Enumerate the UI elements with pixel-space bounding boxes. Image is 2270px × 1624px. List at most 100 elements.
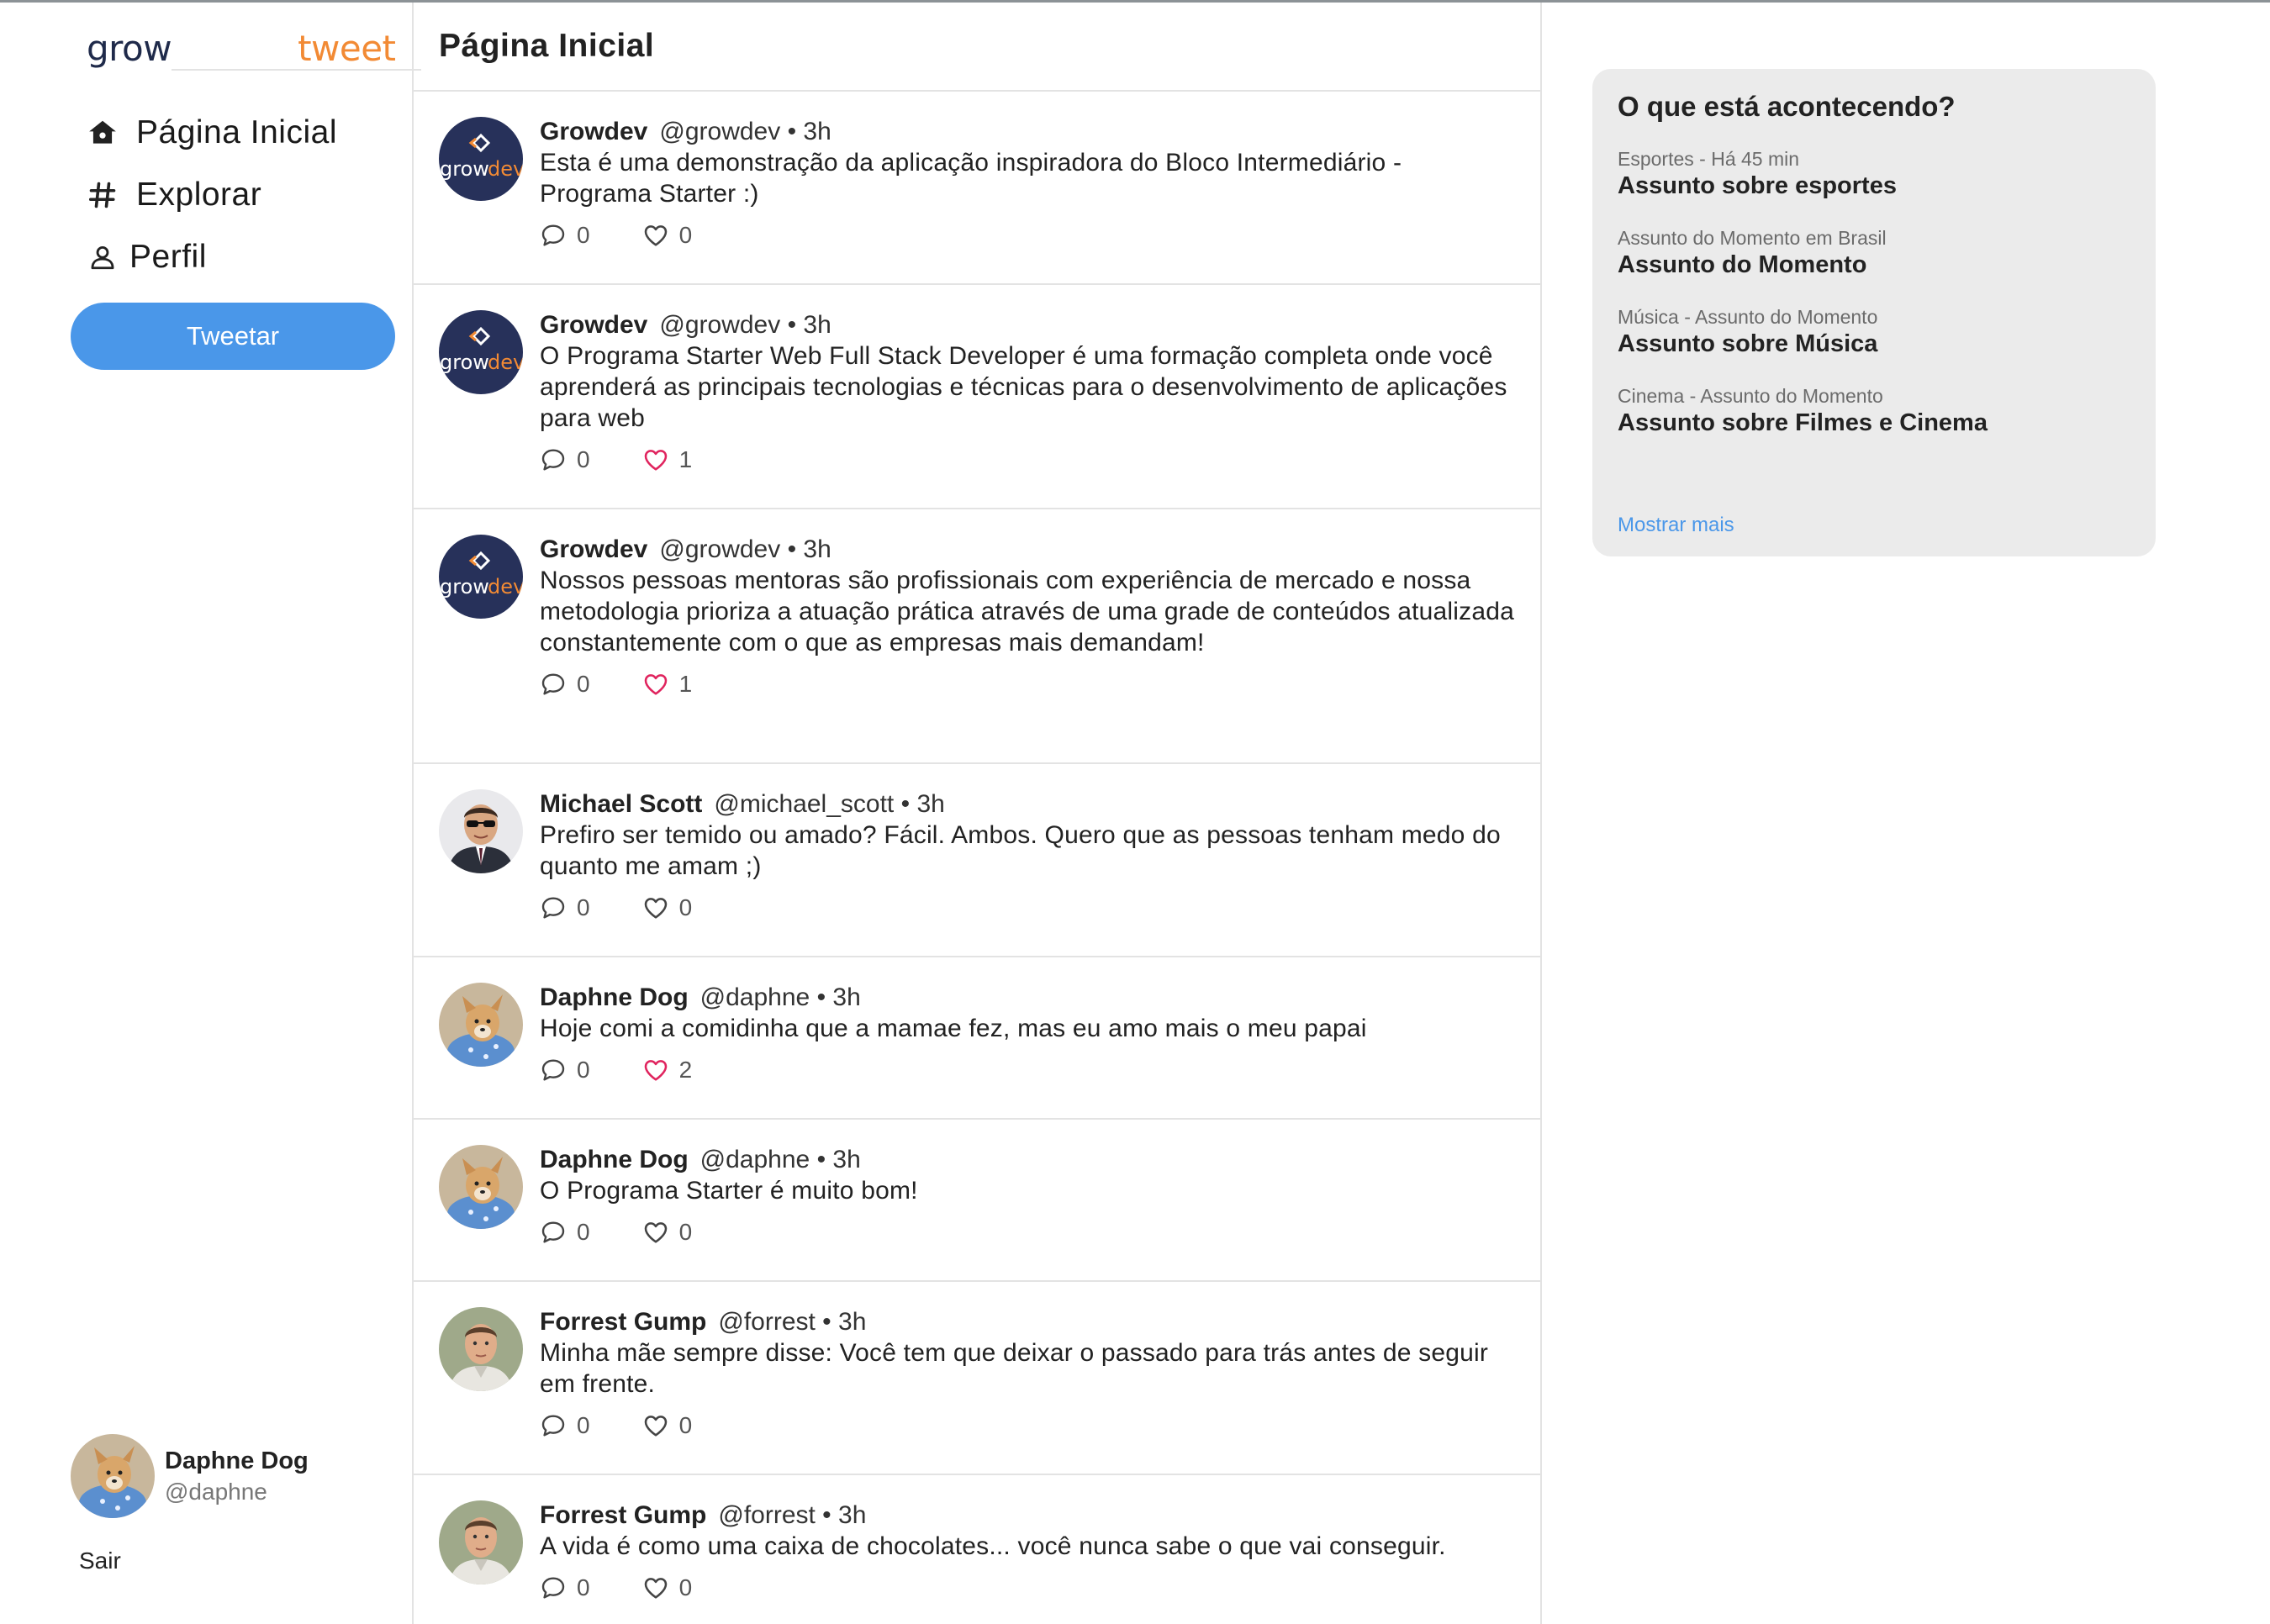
reply-button[interactable]: 0 <box>540 446 590 473</box>
tweet-header: Growdev @growdev • 3h <box>540 535 1515 565</box>
reply-button[interactable]: 0 <box>540 671 590 698</box>
tweet-author[interactable]: Forrest Gump <box>540 1308 706 1336</box>
svg-text:grow: grow <box>440 157 489 181</box>
tweet-handle: @growdev <box>659 535 781 563</box>
trend-topic: Assunto sobre Filmes e Cinema <box>1618 409 1988 436</box>
like-count: 2 <box>678 1057 693 1083</box>
trend-item[interactable]: Música - Assunto do Momento Assunto sobr… <box>1618 304 2130 358</box>
like-button[interactable]: 0 <box>642 1574 692 1601</box>
like-button[interactable]: 1 <box>642 446 692 473</box>
current-user-card[interactable]: Daphne Dog @daphne <box>71 1434 309 1518</box>
tweet-avatar[interactable] <box>439 983 523 1067</box>
tweet-author[interactable]: Growdev <box>540 118 647 145</box>
trend-topic: Assunto sobre esportes <box>1618 172 1897 199</box>
tweet-avatar[interactable] <box>439 789 523 873</box>
trend-item[interactable]: Cinema - Assunto do Momento Assunto sobr… <box>1618 383 2130 437</box>
tweet-time: 3h <box>803 311 831 339</box>
tweet-avatar[interactable] <box>439 1145 523 1229</box>
tweet-separator: • <box>894 790 917 818</box>
like-button[interactable]: 0 <box>642 894 693 921</box>
tweet-actions: 00 <box>540 1406 1515 1445</box>
reply-button[interactable]: 0 <box>540 894 590 921</box>
tweet-item[interactable]: Michael Scott @michael_scott • 3h Prefiro … <box>414 764 1540 957</box>
like-button[interactable]: 2 <box>642 1057 693 1084</box>
tweet-item[interactable]: grow dev Growdev @growdev • 3h O Programa St… <box>414 285 1540 509</box>
svg-text:grow: grow <box>440 351 489 374</box>
tweet-item[interactable]: Forrest Gump @forrest • 3h Minha mãe sempr… <box>414 1282 1540 1475</box>
comment-icon <box>540 1574 577 1601</box>
like-button[interactable]: 1 <box>642 671 693 698</box>
trend-item[interactable]: Assunto do Momento em Brasil Assunto do … <box>1618 225 2130 279</box>
tweet-actions: 01 <box>540 665 1515 704</box>
nav-label-home: Página Inicial <box>136 114 337 150</box>
tweet-actions: 00 <box>540 1213 1515 1252</box>
svg-text:dev: dev <box>488 351 523 374</box>
tweet-avatar[interactable]: grow dev <box>439 117 523 201</box>
tweet-avatar[interactable] <box>439 1307 523 1391</box>
like-button[interactable]: 0 <box>642 1412 692 1439</box>
trend-category: Música - Assunto do Momento <box>1618 306 1878 328</box>
tweet-text: A vida é como uma caixa de chocolates...… <box>540 1532 1446 1560</box>
tweet-item[interactable]: Forrest Gump @forrest • 3h A vida é como u… <box>414 1475 1540 1624</box>
like-button[interactable]: 0 <box>642 222 692 249</box>
tweet-handle: @growdev <box>659 118 781 145</box>
tweet-separator: • <box>810 983 833 1011</box>
growtweet-logo[interactable]: grow tweet <box>87 3 421 71</box>
tweet-author[interactable]: Daphne Dog <box>540 983 689 1011</box>
sidebar: grow tweet Página Inicial Explorar Perfil… <box>0 3 421 1624</box>
nav-label-explore: Explorar <box>136 177 262 213</box>
tweet-author[interactable]: Forrest Gump <box>540 1501 706 1529</box>
like-count: 0 <box>678 894 693 920</box>
reply-button[interactable]: 0 <box>540 222 590 249</box>
tweet-handle: @daphne <box>699 1146 810 1173</box>
home-icon <box>84 114 121 151</box>
reply-count: 0 <box>577 894 590 920</box>
tweet-author[interactable]: Michael Scott <box>540 790 702 818</box>
logout-button[interactable]: Sair <box>79 1548 121 1574</box>
tweet-time: 3h <box>803 118 831 145</box>
nav-item-home[interactable]: Página Inicial <box>84 102 337 164</box>
current-user-name: Daphne Dog <box>165 1447 309 1474</box>
like-button[interactable]: 0 <box>642 1219 692 1246</box>
reply-count: 0 <box>577 446 590 472</box>
tweet-button[interactable]: Tweetar <box>71 303 395 370</box>
tweet-text: Minha mãe sempre disse: Você tem que dei… <box>540 1339 1489 1398</box>
tweet-header: Forrest Gump @forrest • 3h <box>540 1307 1515 1337</box>
tweet-item[interactable]: Daphne Dog @daphne • 3h Hoje comi a comidi… <box>414 957 1540 1120</box>
tweet-time: 3h <box>803 535 831 563</box>
reply-count: 0 <box>577 222 590 248</box>
tweet-item[interactable]: grow dev Growdev @growdev • 3h Nossos pessoa… <box>414 509 1540 764</box>
tweet-author[interactable]: Daphne Dog <box>540 1146 689 1173</box>
reply-button[interactable]: 0 <box>540 1219 590 1246</box>
comment-icon <box>540 1219 577 1246</box>
tweet-item[interactable]: Daphne Dog @daphne • 3h O Programa Starter… <box>414 1120 1540 1282</box>
reply-count: 0 <box>577 1574 590 1600</box>
show-more-link[interactable]: Mostrar mais <box>1618 514 1734 537</box>
reply-button[interactable]: 0 <box>540 1057 590 1084</box>
tweet-avatar[interactable]: grow dev <box>439 535 523 619</box>
tweet-separator: • <box>780 311 804 339</box>
reply-button[interactable]: 0 <box>540 1412 590 1439</box>
tweet-separator: • <box>810 1146 833 1173</box>
trend-topic: Assunto do Momento <box>1618 251 1867 278</box>
tweet-item[interactable]: grow dev Growdev @growdev • 3h Esta é uma de… <box>414 92 1540 285</box>
tweet-avatar[interactable] <box>439 1500 523 1584</box>
tweet-avatar[interactable]: grow dev <box>439 310 523 394</box>
page-title: Página Inicial <box>439 28 655 64</box>
comment-icon <box>540 671 577 698</box>
reply-count: 0 <box>577 1412 590 1438</box>
tweet-header: Daphne Dog @daphne • 3h <box>540 983 1515 1013</box>
tweet-header: Growdev @growdev • 3h <box>540 310 1515 340</box>
tweet-separator: • <box>815 1308 839 1336</box>
nav-item-profile[interactable]: Perfil <box>84 226 337 288</box>
comment-icon <box>540 894 577 921</box>
tweet-time: 3h <box>916 790 945 818</box>
tweet-time: 3h <box>832 1146 861 1173</box>
tweet-author[interactable]: Growdev <box>540 311 647 339</box>
trend-item[interactable]: Esportes - Há 45 min Assunto sobre espor… <box>1618 146 2130 200</box>
reply-button[interactable]: 0 <box>540 1574 590 1601</box>
tweet-author[interactable]: Growdev <box>540 535 647 563</box>
like-count: 1 <box>678 671 693 697</box>
nav-item-explore[interactable]: Explorar <box>84 164 337 226</box>
heart-icon <box>642 1057 679 1084</box>
